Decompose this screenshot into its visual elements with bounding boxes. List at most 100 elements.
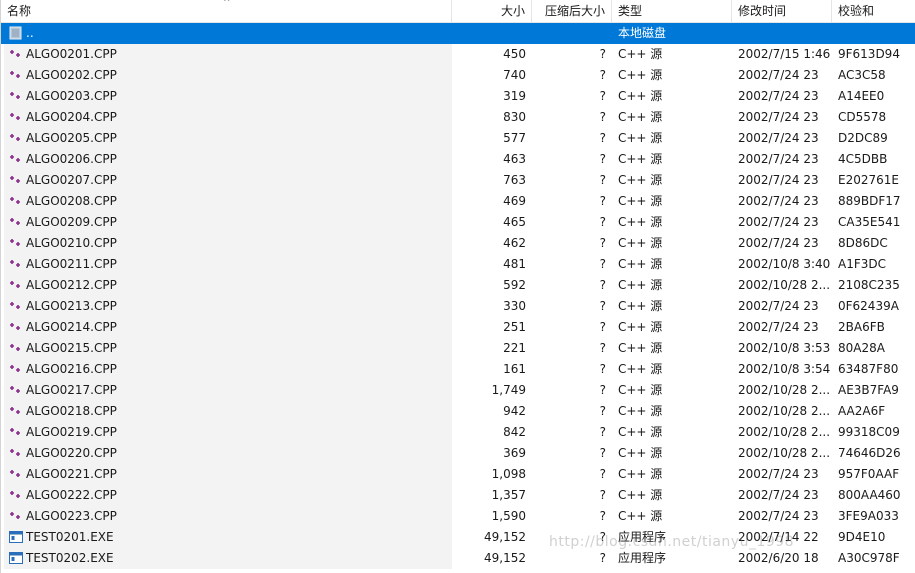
- file-name-cell: ALGO0210.CPP: [9, 233, 449, 254]
- column-header-name-label: 名称: [7, 4, 32, 18]
- file-row[interactable]: ALGO0212.CPP 592? C++ 源 2002/10/28 2... 2108…: [1, 275, 915, 296]
- file-type: C++ 源: [618, 383, 663, 397]
- exe-application-icon: [9, 530, 23, 544]
- file-row[interactable]: ALGO0216.CPP 161? C++ 源 2002/10/8 3:54 63487…: [1, 359, 915, 380]
- cpp-source-icon: [9, 467, 23, 481]
- file-row[interactable]: ALGO0204.CPP 830? C++ 源 2002/7/24 23 CD5578: [1, 107, 915, 128]
- file-row[interactable]: ALGO0206.CPP 463? C++ 源 2002/7/24 23 4C5DBB: [1, 149, 915, 170]
- file-row[interactable]: ALGO0214.CPP 251? C++ 源 2002/7/24 23 2BA6FB: [1, 317, 915, 338]
- file-type: C++ 源: [618, 509, 663, 523]
- file-row[interactable]: TEST0202.EXE 49,152? 应用程序 2002/6/20 18 A30C9…: [1, 548, 915, 569]
- file-size: 465: [503, 215, 526, 229]
- file-modified-time: 2002/7/24 23: [738, 152, 819, 166]
- file-name: ALGO0206.CPP: [26, 152, 117, 166]
- file-checksum: 74646D26: [838, 446, 901, 460]
- column-header-compressed[interactable]: 压缩后大小: [532, 0, 612, 22]
- file-checksum: 99318C09: [838, 425, 900, 439]
- file-row[interactable]: ALGO0223.CPP 1,590? C++ 源 2002/7/24 23 3FE9A…: [1, 506, 915, 527]
- file-compressed-size: ?: [599, 110, 606, 124]
- file-name-cell: ALGO0220.CPP: [9, 443, 449, 464]
- column-header-checksum[interactable]: 校验和: [832, 0, 915, 22]
- file-size: 49,152: [484, 530, 526, 544]
- file-row[interactable]: ALGO0217.CPP 1,749? C++ 源 2002/10/28 2... AE…: [1, 380, 915, 401]
- column-header-modified[interactable]: 修改时间: [732, 0, 832, 22]
- cpp-source-icon: [9, 152, 23, 166]
- file-type: C++ 源: [618, 446, 663, 460]
- cpp-source-icon: [9, 173, 23, 187]
- file-size: 462: [503, 236, 526, 250]
- file-row[interactable]: ALGO0207.CPP 763? C++ 源 2002/7/24 23 E202761…: [1, 170, 915, 191]
- file-type: C++ 源: [618, 173, 663, 187]
- file-modified-time: 2002/6/20 18: [738, 551, 819, 565]
- file-modified-time: 2002/10/28 2...: [738, 425, 831, 439]
- file-row[interactable]: ALGO0218.CPP 942? C++ 源 2002/10/28 2... AA2A…: [1, 401, 915, 422]
- file-row[interactable]: ALGO0221.CPP 1,098? C++ 源 2002/7/24 23 957F0…: [1, 464, 915, 485]
- file-name-cell: ALGO0203.CPP: [9, 86, 449, 107]
- file-modified-time: 2002/7/24 23: [738, 173, 819, 187]
- cpp-source-icon: [9, 215, 23, 229]
- file-row[interactable]: ALGO0203.CPP 319? C++ 源 2002/7/24 23 A14EE0: [1, 86, 915, 107]
- file-compressed-size: ?: [599, 131, 606, 145]
- file-name: ALGO0220.CPP: [26, 446, 117, 460]
- sort-ascending-icon: ^: [223, 0, 231, 8]
- parent-folder-type: 本地磁盘: [618, 26, 667, 40]
- file-row[interactable]: ALGO0208.CPP 469? C++ 源 2002/7/24 23 889BDF1…: [1, 191, 915, 212]
- file-compressed-size: ?: [599, 320, 606, 334]
- cpp-source-icon: [9, 299, 23, 313]
- file-compressed-size: ?: [599, 509, 606, 523]
- file-modified-time: 2002/7/24 23: [738, 488, 819, 502]
- file-row[interactable]: TEST0201.EXE 49,152? 应用程序 2002/7/14 22 9D4E1…: [1, 527, 915, 548]
- file-size: 1,749: [491, 383, 526, 397]
- file-row[interactable]: ALGO0222.CPP 1,357? C++ 源 2002/7/24 23 800AA…: [1, 485, 915, 506]
- file-checksum: D2DC89: [838, 131, 888, 145]
- file-name: ALGO0215.CPP: [26, 341, 117, 355]
- file-checksum: AC3C58: [838, 68, 886, 82]
- cpp-source-icon: [9, 383, 23, 397]
- file-name-cell: ALGO0215.CPP: [9, 338, 449, 359]
- file-checksum: CD5578: [838, 110, 887, 124]
- file-row[interactable]: ALGO0202.CPP 740? C++ 源 2002/7/24 23 AC3C58: [1, 65, 915, 86]
- file-name-cell: ALGO0211.CPP: [9, 254, 449, 275]
- file-modified-time: 2002/7/24 23: [738, 110, 819, 124]
- file-type: C++ 源: [618, 299, 663, 313]
- file-compressed-size: ?: [599, 236, 606, 250]
- file-name: ALGO0204.CPP: [26, 110, 117, 124]
- file-row[interactable]: ALGO0220.CPP 369? C++ 源 2002/10/28 2... 7464…: [1, 443, 915, 464]
- file-checksum: 889BDF17: [838, 194, 901, 208]
- cpp-source-icon: [9, 404, 23, 418]
- column-header-size[interactable]: 大小: [452, 0, 532, 22]
- file-row[interactable]: ALGO0209.CPP 465? C++ 源 2002/7/24 23 CA35E54…: [1, 212, 915, 233]
- file-row[interactable]: ALGO0201.CPP 450? C++ 源 2002/7/15 1:46 9F613…: [1, 44, 915, 65]
- column-header-type[interactable]: 类型: [612, 0, 732, 22]
- file-type: C++ 源: [618, 236, 663, 250]
- parent-folder-row[interactable]: .. 本地磁盘: [1, 23, 915, 44]
- file-name: ALGO0202.CPP: [26, 68, 117, 82]
- file-row[interactable]: ALGO0219.CPP 842? C++ 源 2002/10/28 2... 9931…: [1, 422, 915, 443]
- file-checksum: 957F0AAF: [838, 467, 900, 481]
- file-compressed-size: ?: [599, 530, 606, 544]
- file-row[interactable]: ALGO0215.CPP 221? C++ 源 2002/10/8 3:53 80A28…: [1, 338, 915, 359]
- file-list-view[interactable]: 名称 ^ 大小 压缩后大小 类型 修改时间 校验和 .. 本地磁盘 ALGO02…: [0, 0, 915, 573]
- file-type: C++ 源: [618, 194, 663, 208]
- file-size: 1,590: [491, 509, 526, 523]
- file-type: C++ 源: [618, 152, 663, 166]
- file-checksum: 8D86DC: [838, 236, 888, 250]
- file-checksum: AE3B7FA9: [838, 383, 899, 397]
- file-compressed-size: ?: [599, 299, 606, 313]
- file-name-cell: ALGO0212.CPP: [9, 275, 449, 296]
- file-name: ALGO0201.CPP: [26, 47, 117, 61]
- file-row[interactable]: ALGO0213.CPP 330? C++ 源 2002/7/24 23 0F62439…: [1, 296, 915, 317]
- file-name: ALGO0203.CPP: [26, 89, 117, 103]
- file-row[interactable]: ALGO0211.CPP 481? C++ 源 2002/10/8 3:40 A1F3D…: [1, 254, 915, 275]
- cpp-source-icon: [9, 131, 23, 145]
- file-row[interactable]: ALGO0210.CPP 462? C++ 源 2002/7/24 23 8D86DC: [1, 233, 915, 254]
- parent-folder-icon: [9, 26, 23, 40]
- file-size: 221: [503, 341, 526, 355]
- file-type: C++ 源: [618, 341, 663, 355]
- file-compressed-size: ?: [599, 467, 606, 481]
- file-size: 592: [503, 278, 526, 292]
- file-row[interactable]: ALGO0205.CPP 577? C++ 源 2002/7/24 23 D2DC89: [1, 128, 915, 149]
- file-name-cell: ALGO0208.CPP: [9, 191, 449, 212]
- file-type: C++ 源: [618, 362, 663, 376]
- file-size: 842: [503, 425, 526, 439]
